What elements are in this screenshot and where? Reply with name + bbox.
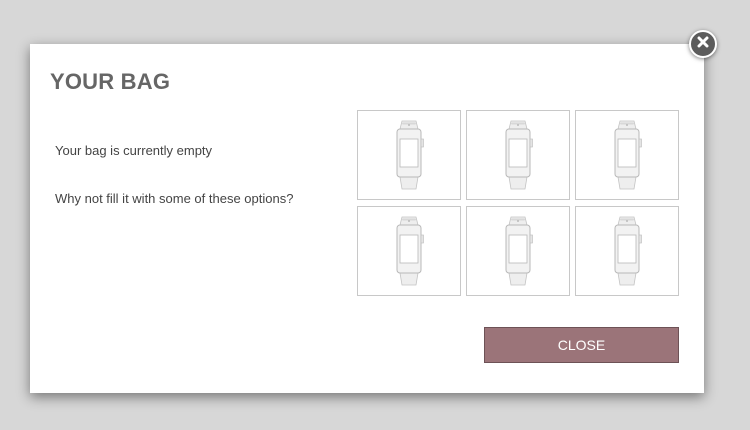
watch-icon [392, 215, 426, 287]
watch-icon [610, 215, 644, 287]
watch-icon [392, 119, 426, 191]
product-tile[interactable] [357, 206, 461, 296]
suggestion-message: Why not fill it with some of these optio… [55, 191, 294, 206]
empty-bag-message: Your bag is currently empty [55, 143, 213, 158]
watch-icon [501, 119, 535, 191]
bag-dialog: YOUR BAG Your bag is currently empty Why… [30, 44, 704, 393]
close-button[interactable]: CLOSE [484, 327, 679, 363]
product-tile[interactable] [466, 110, 570, 200]
close-dialog-button[interactable] [689, 30, 717, 58]
product-suggestions-grid [357, 110, 680, 296]
product-tile[interactable] [575, 206, 679, 296]
close-icon [697, 35, 709, 53]
product-tile[interactable] [357, 110, 461, 200]
dialog-title: YOUR BAG [50, 69, 171, 94]
watch-icon [610, 119, 644, 191]
product-tile[interactable] [575, 110, 679, 200]
product-tile[interactable] [466, 206, 570, 296]
watch-icon [501, 215, 535, 287]
